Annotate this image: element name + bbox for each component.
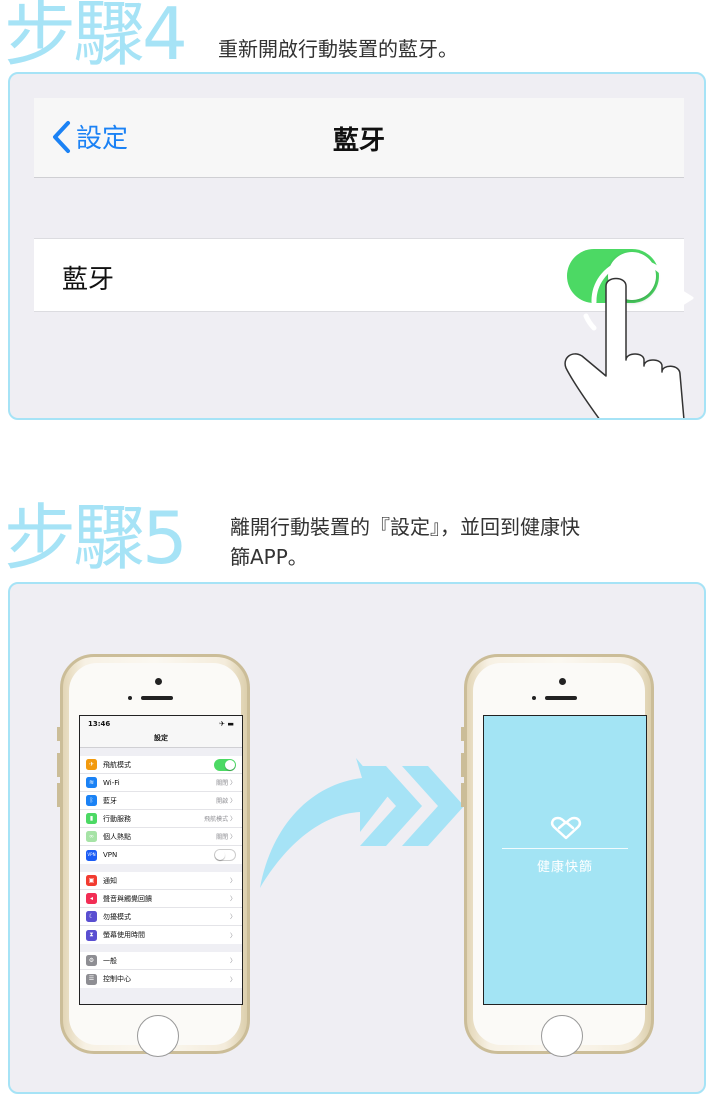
settings-screen: 13:46 ✈ ▬ 設定 ✈ 飛航模式 ≋ Wi-Fi 關閉 〉 ᛒ 藍牙 開啟…	[79, 715, 243, 1005]
nav-title: 藍牙	[332, 126, 385, 156]
settings-row-wifi[interactable]: ≋ Wi-Fi 關閉 〉	[80, 774, 242, 792]
sensor-icon	[532, 696, 536, 700]
heart-logo-icon	[550, 816, 582, 840]
settings-row-dnd[interactable]: ☾ 勿擾模式 〉	[80, 908, 242, 926]
settings-row-label: 藍牙	[103, 796, 117, 805]
settings-row-label: 行動服務	[103, 814, 131, 823]
chevron-right-icon: 〉	[229, 896, 236, 903]
settings-row-vpn[interactable]: VPN VPN	[80, 846, 242, 864]
sound-icon: ◂	[86, 893, 97, 904]
sensor-icon	[128, 696, 132, 700]
side-button	[461, 753, 464, 777]
step4-panel: 設定 藍牙 藍牙	[8, 72, 706, 420]
settings-row-label: 通知	[103, 876, 117, 885]
settings-row-value: 關閉 〉	[216, 834, 236, 841]
side-button	[57, 753, 60, 777]
chevron-right-icon: 〉	[229, 932, 236, 940]
vpn-toggle[interactable]	[214, 849, 236, 861]
chevron-right-icon: 〉	[229, 914, 236, 921]
chevron-right-icon: 〉	[229, 958, 236, 965]
settings-row-notifications[interactable]: ▣ 通知 〉	[80, 872, 242, 890]
airplane-icon: ✈	[86, 759, 97, 770]
side-button	[57, 727, 60, 741]
hourglass-icon: ⧗	[86, 929, 97, 941]
settings-row-control-center[interactable]: ☰ 控制中心 〉	[80, 970, 242, 988]
phone-settings: 13:46 ✈ ▬ 設定 ✈ 飛航模式 ≋ Wi-Fi 關閉 〉 ᛒ 藍牙 開啟…	[57, 654, 250, 1057]
settings-row-airplane[interactable]: ✈ 飛航模式	[80, 756, 242, 774]
cellular-icon: ▮	[86, 813, 97, 824]
hotspot-icon: ∞	[86, 831, 97, 842]
moon-icon: ☾	[86, 911, 97, 922]
settings-row-value: 關閉 〉	[216, 780, 236, 787]
settings-row-label: 飛航模式	[103, 760, 131, 769]
gear-icon: ⚙	[86, 955, 97, 966]
settings-row-bluetooth[interactable]: ᛒ 藍牙 開啟 〉	[80, 792, 242, 810]
settings-row-general[interactable]: ⚙ 一般 〉	[80, 952, 242, 970]
vpn-icon: VPN	[86, 849, 97, 861]
settings-row-label: 螢幕使用時間	[103, 931, 145, 939]
step4-title: 步驟4	[4, 0, 188, 76]
phone-app: 健康快篩	[461, 654, 654, 1057]
settings-row-cellular[interactable]: ▮ 行動服務 飛航模式 〉	[80, 810, 242, 828]
wifi-icon: ≋	[86, 777, 97, 788]
settings-row-screen-time[interactable]: ⧗ 螢幕使用時間 〉	[80, 926, 242, 944]
settings-title: 設定	[80, 730, 242, 748]
app-name: 健康快篩	[536, 860, 593, 875]
settings-row-sounds[interactable]: ◂ 聲音與觸覺回饋 〉	[80, 890, 242, 908]
camera-icon	[559, 678, 566, 685]
settings-row-label: Wi-Fi	[103, 778, 120, 787]
step5-description-line2: 篩APP。	[230, 545, 308, 569]
settings-row-value: 飛航模式 〉	[204, 816, 236, 823]
settings-row-label: 聲音與觸覺回饋	[103, 894, 152, 903]
settings-group-connectivity: ✈ 飛航模式 ≋ Wi-Fi 關閉 〉 ᛒ 藍牙 開啟 〉 ▮ 行動服務 飛航模…	[80, 756, 242, 864]
notifications-icon: ▣	[86, 875, 97, 886]
side-button	[461, 783, 464, 807]
home-button[interactable]	[137, 1015, 179, 1057]
speaker-grille	[141, 696, 173, 700]
settings-group-notifications: ▣ 通知 〉 ◂ 聲音與觸覺回饋 〉 ☾ 勿擾模式 〉 ⧗ 螢幕使用時間 〉	[80, 872, 242, 944]
phone-body: 13:46 ✈ ▬ 設定 ✈ 飛航模式 ≋ Wi-Fi 關閉 〉 ᛒ 藍牙 開啟…	[69, 663, 243, 1057]
hand-pointer-icon	[564, 258, 694, 418]
step5-panel: 13:46 ✈ ▬ 設定 ✈ 飛航模式 ≋ Wi-Fi 關閉 〉 ᛒ 藍牙 開啟…	[8, 582, 706, 1094]
control-center-icon: ☰	[86, 973, 97, 985]
settings-row-hotspot[interactable]: ∞ 個人熱點 關閉 〉	[80, 828, 242, 846]
status-time: 13:46	[88, 720, 111, 728]
status-icons: ✈ ▬	[219, 720, 234, 728]
speaker-grille	[545, 696, 577, 700]
airplane-toggle[interactable]	[214, 758, 236, 771]
side-button	[461, 727, 464, 741]
settings-row-label: 一般	[103, 956, 117, 965]
side-button	[57, 783, 60, 807]
status-bar: 13:46 ✈ ▬	[80, 716, 242, 730]
settings-group-general: ⚙ 一般 〉 ☰ 控制中心 〉	[80, 952, 242, 988]
phone-body: 健康快篩	[473, 663, 647, 1057]
step5-description-line1: 離開行動裝置的『設定』，並回到健康快	[230, 515, 580, 539]
divider	[502, 848, 628, 849]
home-button[interactable]	[541, 1015, 583, 1057]
camera-icon	[155, 678, 162, 685]
bluetooth-icon: ᛒ	[86, 795, 97, 806]
step5-description: 離開行動裝置的『設定』，並回到健康快 篩APP。	[230, 512, 580, 572]
settings-row-label: 控制中心	[103, 975, 131, 983]
settings-row-value: 開啟 〉	[216, 798, 236, 805]
settings-row-label: 勿擾模式	[103, 912, 131, 921]
ios-nav-bar: 設定 藍牙	[34, 98, 684, 178]
chevron-right-icon: 〉	[229, 878, 236, 885]
step4-description: 重新開啟行動裝置的藍牙。	[218, 37, 458, 61]
step5-title: 步驟5	[4, 496, 188, 580]
settings-row-label: 個人熱點	[103, 832, 131, 841]
bluetooth-row-label: 藍牙	[62, 265, 115, 295]
chevron-right-icon: 〉	[229, 976, 236, 984]
settings-row-label: VPN	[103, 851, 118, 859]
forward-arrow-icon	[260, 758, 464, 888]
app-splash-screen: 健康快篩	[483, 715, 647, 1005]
